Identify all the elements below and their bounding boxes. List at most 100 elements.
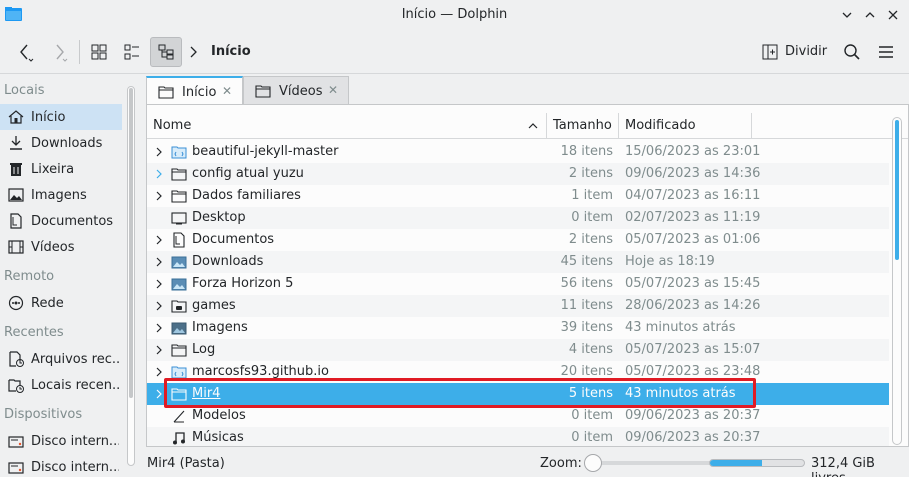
sidebar-item-inicio[interactable]: Início — [0, 104, 122, 130]
download-icon — [7, 134, 25, 152]
sort-ascending-icon — [528, 123, 538, 129]
sidebar-item-disco-interno-2[interactable]: Disco intern... — [0, 454, 122, 477]
sidebar-item-label: Rede — [31, 295, 64, 311]
expand-chevron-icon[interactable] — [154, 388, 164, 400]
tab-label: Início — [182, 84, 217, 100]
file-modified: 05/07/2023 as 23:48 — [625, 364, 761, 379]
file-row-forza-horizon-5[interactable]: Forza Horizon 5 56 itens 05/07/2023 as 15:… — [147, 273, 889, 295]
sidebar-item-locais-recentes[interactable]: Locais recen... — [0, 372, 122, 398]
folder-pictures-icon — [171, 322, 187, 335]
close-window-button[interactable] — [884, 6, 902, 24]
folder-icon — [171, 344, 187, 357]
minimize-button[interactable] — [838, 6, 856, 24]
zoom-slider[interactable] — [586, 461, 725, 465]
folder-games-icon — [171, 300, 187, 313]
file-size: 56 itens — [560, 276, 613, 291]
network-icon — [7, 294, 25, 312]
compact-view-button[interactable] — [117, 37, 147, 67]
scrollbar-thumb[interactable] — [895, 120, 899, 260]
forward-arrow-icon — [56, 44, 68, 62]
status-bar: Mir4 (Pasta) Zoom: 312,4 GiB livres — [138, 449, 909, 477]
expand-chevron-icon[interactable] — [154, 322, 164, 334]
sidebar-item-lixeira[interactable]: Lixeira — [0, 156, 122, 182]
column-header-name[interactable]: Nome — [147, 113, 547, 139]
search-button[interactable] — [838, 37, 866, 67]
file-row-desktop[interactable]: Desktop 0 item 02/07/2023 as 11:19 — [147, 207, 889, 229]
close-icon — [888, 10, 898, 20]
file-row-m-sicas[interactable]: Músicas 0 item 09/06/2023 as 20:37 — [147, 427, 889, 446]
expand-chevron-icon[interactable] — [154, 168, 164, 180]
toolbar-separator — [79, 40, 80, 64]
sidebar-item-label: Lixeira — [31, 161, 75, 177]
file-row-imagens[interactable]: Imagens 39 itens 43 minutos atrás — [147, 317, 889, 339]
places-sidebar: Locais Início Downloads Lixeira Imagens … — [0, 74, 138, 477]
sidebar-item-downloads[interactable]: Downloads — [0, 130, 122, 156]
expand-chevron-icon[interactable] — [154, 300, 164, 312]
file-size: 0 item — [571, 210, 613, 225]
expand-chevron-icon[interactable] — [154, 366, 164, 378]
file-row-config-atual-yuzu[interactable]: config atual yuzu 2 itens 09/06/2023 as 14… — [147, 163, 889, 185]
expand-chevron-icon[interactable] — [154, 278, 164, 290]
sidebar-item-label: Imagens — [31, 187, 87, 203]
tab-videos[interactable]: Vídeos ✕ — [243, 76, 349, 105]
file-size: 20 itens — [560, 364, 613, 379]
title-bar: Início — Dolphin — [0, 0, 909, 30]
sidebar-item-videos[interactable]: Vídeos — [0, 234, 122, 260]
scrollbar-thumb[interactable] — [129, 88, 133, 398]
file-name: Dados familiares — [192, 188, 301, 203]
maximize-button[interactable] — [861, 6, 879, 24]
hamburger-menu-icon — [879, 46, 893, 58]
file-modified: Hoje as 18:19 — [625, 254, 715, 269]
sidebar-item-arquivos-recentes[interactable]: Arquivos rec... — [0, 346, 122, 372]
expand-chevron-icon[interactable] — [154, 190, 164, 202]
file-row-games[interactable]: games 11 itens 28/06/2023 as 14:26 — [147, 295, 889, 317]
free-space-bar[interactable] — [709, 459, 805, 467]
file-row-modelos[interactable]: Modelos 0 item 09/06/2023 as 20:37 — [147, 405, 889, 427]
file-modified: 28/06/2023 as 14:26 — [625, 298, 761, 313]
expand-chevron-icon[interactable] — [154, 344, 164, 356]
icons-view-button[interactable] — [84, 37, 114, 67]
sidebar-item-documentos[interactable]: Documentos — [0, 208, 122, 234]
chevron-down-icon — [842, 12, 852, 18]
file-row-log[interactable]: Log 4 itens 05/07/2023 as 15:07 — [147, 339, 889, 361]
file-size: 11 itens — [560, 298, 613, 313]
details-view-button[interactable] — [150, 37, 182, 67]
file-size: 45 itens — [560, 254, 613, 269]
column-header-modified[interactable]: Modificado — [619, 113, 752, 139]
forward-button[interactable] — [44, 37, 74, 67]
search-icon — [844, 44, 860, 60]
free-space-label: 312,4 GiB livres — [811, 456, 875, 477]
file-row-downloads[interactable]: Downloads 45 itens Hoje as 18:19 — [147, 251, 889, 273]
sidebar-item-imagens[interactable]: Imagens — [0, 182, 122, 208]
folder-icon — [158, 86, 174, 99]
sidebar-scrollbar[interactable] — [127, 86, 135, 466]
file-modified: 05/07/2023 as 01:06 — [625, 232, 761, 247]
desktop-icon — [171, 212, 187, 225]
sidebar-item-disco-interno-1[interactable]: Disco intern... — [0, 428, 122, 454]
expand-chevron-icon[interactable] — [154, 234, 164, 246]
file-row-documentos[interactable]: Documentos 2 itens 05/07/2023 as 01:06 — [147, 229, 889, 251]
file-row-dados-familiares[interactable]: Dados familiares 1 item 04/07/2023 as 16:1… — [147, 185, 889, 207]
tab-inicio[interactable]: Início ✕ — [146, 76, 243, 106]
menu-button[interactable] — [872, 37, 900, 67]
file-row-beautiful-jekyll-master[interactable]: beautiful-jekyll-master 18 itens 15/06/202… — [147, 141, 889, 163]
back-button[interactable] — [10, 37, 40, 67]
close-icon[interactable]: ✕ — [328, 84, 340, 96]
file-size: 0 item — [571, 430, 613, 445]
zoom-slider-handle[interactable] — [584, 454, 602, 472]
folder-image-icon — [171, 256, 187, 269]
expand-chevron-icon[interactable] — [154, 256, 164, 268]
drive-icon — [7, 432, 25, 450]
close-icon[interactable]: ✕ — [222, 85, 234, 97]
breadcrumb-location[interactable]: Início — [211, 44, 251, 59]
column-header-size[interactable]: Tamanho — [547, 113, 619, 139]
file-view-scrollbar[interactable] — [892, 117, 902, 445]
window-title: Início — Dolphin — [401, 7, 508, 22]
grid-view-icon — [91, 44, 107, 60]
expand-chevron-icon[interactable] — [154, 146, 164, 158]
file-name: Log — [192, 342, 216, 357]
sidebar-item-rede[interactable]: Rede — [0, 290, 122, 316]
sidebar-item-label: Disco intern... — [31, 459, 119, 475]
sidebar-item-label: Downloads — [31, 135, 103, 151]
file-modified: 09/06/2023 as 20:37 — [625, 430, 761, 445]
